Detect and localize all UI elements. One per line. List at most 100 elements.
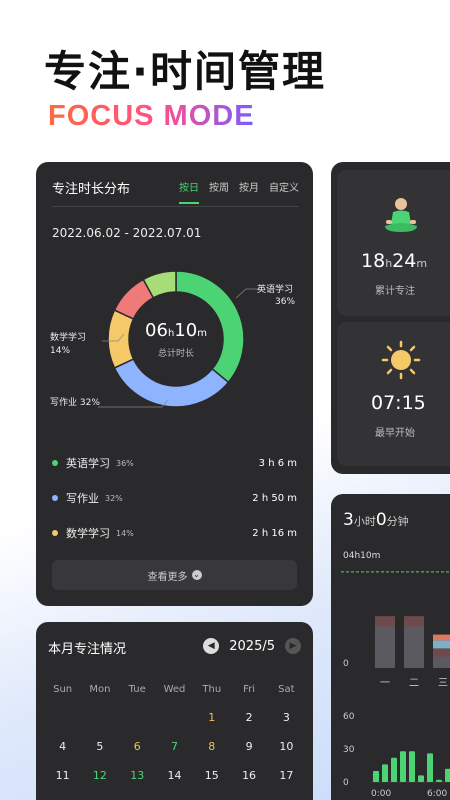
calendar-day[interactable]: 15 [193, 769, 230, 782]
stack-bar-segment [433, 634, 450, 641]
calendar-day[interactable]: 2 [230, 711, 267, 724]
month-card-title: 本月专注情况 [48, 642, 127, 657]
tab-custom[interactable]: 自定义 [269, 179, 299, 194]
weekday-label: Thu [202, 684, 222, 695]
total-focus-label: 累计专注 [375, 286, 415, 297]
callout-homework: 写作业 32% [50, 396, 100, 408]
calendar-grid: Sun Mon Tue Wed Thu Fri Sat 1 2 3 4 5 6 7 8 9 10 11 12 13 14… [44, 684, 305, 782]
legend-row-english: 英语学习 36% 3 h 6 m [52, 455, 297, 471]
legend-name: 数学学习 [66, 527, 110, 540]
stack-bar-segment [375, 626, 395, 668]
tab-week[interactable]: 按周 [209, 179, 229, 194]
donut-slice-2 [107, 309, 135, 369]
card-title: 专注时长分布 [52, 182, 131, 197]
total-minutes-unit: m [416, 257, 428, 270]
weekday-label: Mon [89, 684, 111, 695]
calendar-day[interactable]: 6 [119, 740, 156, 753]
calendar-empty [156, 711, 193, 724]
hour-bar [400, 751, 406, 782]
see-more-button[interactable]: 查看更多 ⌄ [52, 560, 297, 590]
meditation-icon [385, 198, 417, 232]
month-label: 2025/5 [229, 638, 275, 654]
weekday-label: Sat [278, 684, 295, 695]
hour-bar [373, 771, 379, 782]
stack-bar-segment [433, 648, 450, 657]
weekday-label: Tue [128, 684, 146, 695]
calendar-day[interactable]: 11 [44, 769, 81, 782]
legend-duration: 2 h 16 m [252, 527, 297, 539]
hour-bar [382, 764, 388, 782]
earliest-start-label: 最早开始 [375, 428, 415, 439]
callout-english-pct: 36% [275, 297, 295, 307]
calendar-day[interactable]: 7 [156, 740, 193, 753]
stack-bar-segment [404, 616, 424, 627]
center-minutes-unit: m [197, 328, 207, 339]
calendar-day[interactable]: 17 [268, 769, 305, 782]
tab-day[interactable]: 按日 [179, 179, 199, 204]
calendar-day[interactable]: 14 [156, 769, 193, 782]
calendar-day[interactable]: 16 [230, 769, 267, 782]
legend-dot [52, 530, 58, 536]
bars-hours-unit: 小时 [353, 515, 376, 528]
calendar-day[interactable]: 13 [119, 769, 156, 782]
calendar-day[interactable]: 4 [44, 740, 81, 753]
calendar-empty [119, 711, 156, 724]
earliest-start-value: 07:15 [371, 392, 426, 414]
hour-bar [409, 751, 415, 782]
callout-english: 英语学习 [257, 283, 293, 295]
period-tabs: 按日 按周 按月 自定义 [179, 179, 299, 204]
divider [52, 206, 299, 207]
calendar-empty [44, 711, 81, 724]
next-month-button[interactable]: ▶ [285, 638, 301, 654]
legend-pct: 32% [105, 493, 123, 503]
hero-title: 专注·时间管理 [44, 47, 326, 96]
calendar-day[interactable]: 12 [81, 769, 118, 782]
hour-bar [427, 753, 433, 782]
calendar-day[interactable]: 8 [193, 740, 230, 753]
stack-bar-segment [433, 640, 450, 649]
calendar-day[interactable]: 5 [81, 740, 118, 753]
legend-dot [52, 495, 58, 501]
legend-name: 写作业 [66, 492, 99, 505]
hour-y-tick: 30 [343, 745, 355, 755]
prev-month-button[interactable]: ◀ [203, 638, 220, 654]
calendar-empty [81, 711, 118, 724]
calendar-day[interactable]: 3 [268, 711, 305, 724]
daily-bars-card: 3小时0分钟 04h10m 0 一二三 60 30 0 0:00 6:00 [331, 494, 450, 800]
calendar-day[interactable]: 10 [268, 740, 305, 753]
calendar-day[interactable]: 1 [193, 711, 230, 724]
x-tick: 三 [438, 678, 448, 689]
weekday-label: Sun [53, 684, 73, 695]
x-tick: 一 [380, 678, 390, 689]
hour-y-tick: 60 [343, 712, 355, 722]
legend-name: 英语学习 [66, 457, 110, 470]
legend-row-math: 数学学习 14% 2 h 16 m [52, 525, 297, 541]
callout-math: 数学学习 [50, 331, 86, 343]
donut-chart: 06h10m 总计时长 英语学习 36% 数学学习 14% 写作业 32% [50, 270, 295, 408]
chevron-down-icon: ⌄ [191, 570, 202, 580]
hour-y-tick: 0 [343, 778, 349, 788]
hour-x-tick: 0:00 [371, 789, 391, 799]
monthly-focus-card: 本月专注情况 ◀ 2025/5 ▶ Sun Mon Tue Wed Thu Fri Sat 1… [36, 622, 313, 800]
sun-icon [381, 340, 421, 380]
legend-duration: 3 h 6 m [258, 457, 297, 469]
tab-month[interactable]: 按月 [239, 179, 259, 194]
x-tick: 二 [409, 678, 419, 689]
legend-dot [52, 460, 58, 466]
stack-bar-segment [404, 626, 424, 668]
svg-text:06h10m: 06h10m [145, 320, 207, 341]
focus-stats-card: 18h24m 累计专注 07:15 最早开始 [331, 162, 450, 474]
legend-row-homework: 写作业 32% 2 h 50 m [52, 490, 297, 506]
date-range: 2022.06.02 - 2022.07.01 [52, 226, 202, 240]
stack-bar-segment [375, 616, 395, 627]
legend-pct: 14% [116, 528, 134, 538]
hour-bar [418, 775, 424, 782]
bars-minutes: 0 [375, 510, 387, 530]
month-navigator: ◀ 2025/5 ▶ [203, 638, 301, 654]
weekday-label: Fri [243, 684, 256, 695]
hero-subtitle: FOCUS MODE [48, 100, 255, 132]
calendar-day[interactable]: 9 [230, 740, 267, 753]
hour-bar [391, 757, 397, 782]
bar-charts: 04h10m 0 一 二 三 60 30 0 0:00 6:00 [341, 551, 450, 799]
legend-pct: 36% [116, 458, 134, 468]
